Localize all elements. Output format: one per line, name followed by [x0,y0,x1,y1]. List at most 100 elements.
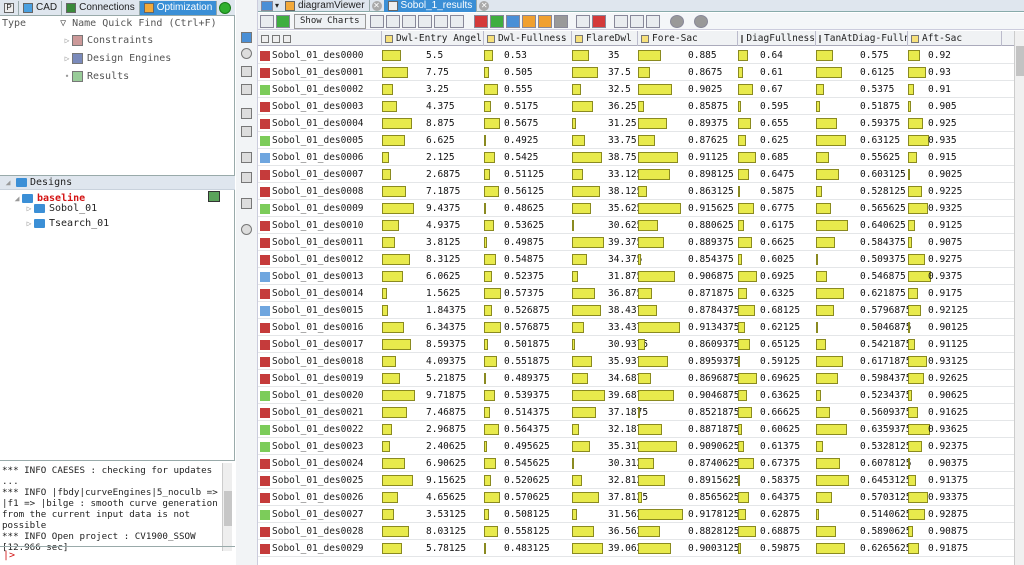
cell-value[interactable]: 0.52375 [504,268,544,285]
cell-value[interactable]: 0.5234375 [860,387,911,404]
design-name-cell[interactable]: Sobol_01_des0005 [258,132,380,149]
cell-value[interactable]: 0.5375 [860,81,894,98]
design-name-cell[interactable]: Sobol_01_des0012 [258,251,380,268]
cell-value[interactable]: 0.575 [860,47,889,64]
cell-value[interactable]: 4.9375 [426,217,460,234]
cell-value[interactable]: 36.25 [608,98,637,115]
tab-sobol-results[interactable]: Sobol_1_results [383,0,478,12]
table-row[interactable]: Sobol_01_des0005 6.625 0.4925 33.75 0.87625 0… [258,132,1014,149]
cell-value[interactable]: 0.8828125 [688,523,739,540]
cell-value[interactable]: 0.61 [760,64,783,81]
close-tab-icon[interactable]: ✕ [479,0,490,11]
cell-value[interactable]: 0.93125 [928,353,968,370]
cell-value[interactable]: 0.48625 [504,200,544,217]
design-name-cell[interactable]: Sobol_01_des0020 [258,387,380,404]
cell-value[interactable]: 7.46875 [426,404,466,421]
table-row[interactable]: Sobol_01_des0015 1.84375 0.526875 38.4375 0.… [258,302,1014,319]
cell-value[interactable]: 0.92625 [928,370,968,387]
table-row[interactable]: Sobol_01_des0004 8.875 0.5675 31.25 0.89375 0… [258,115,1014,132]
cell-value[interactable]: 0.551875 [504,353,550,370]
column-header[interactable]: Aft-Sac [908,31,1002,46]
cell-value[interactable]: 8.59375 [426,336,466,353]
cancel-icon[interactable] [693,14,708,28]
ruler-icon[interactable] [241,84,252,95]
cell-value[interactable]: 0.489375 [504,370,550,387]
table-row[interactable]: Sobol_01_des0013 6.0625 0.52375 31.875 0.906… [258,268,1014,285]
table-row[interactable]: Sobol_01_des0021 7.46875 0.514375 37.1875 0.… [258,404,1014,421]
cell-value[interactable]: 0.925 [928,115,957,132]
column-header[interactable]: TanAtDiag-Fulln [816,31,908,46]
cell-value[interactable]: 0.9025 [688,81,722,98]
cell-value[interactable]: 6.625 [426,132,455,149]
column-chart-icon[interactable] [385,34,393,43]
cell-value[interactable]: 0.526875 [504,302,550,319]
cell-value[interactable]: 0.6925 [760,268,794,285]
visibility-icon[interactable] [208,191,220,202]
design-name-cell[interactable]: Sobol_01_des0021 [258,404,380,421]
cell-value[interactable]: 0.69625 [760,370,800,387]
cell-value[interactable]: 0.51125 [504,166,544,183]
table-row[interactable]: Sobol_01_des0023 2.40625 0.495625 35.3125 0.… [258,438,1014,455]
cell-value[interactable]: 0.514375 [504,404,550,421]
design-name-cell[interactable]: Sobol_01_des0002 [258,81,380,98]
cell-value[interactable]: 0.9225 [928,183,962,200]
table-scrollbar[interactable] [1014,31,1024,565]
table-row[interactable]: Sobol_01_des0012 8.3125 0.54875 34.375 0.854… [258,251,1014,268]
cell-value[interactable]: 0.5421875 [860,336,911,353]
design-name-cell[interactable]: Sobol_01_des0000 [258,47,380,64]
cell-value[interactable]: 0.93 [928,64,951,81]
cell-value[interactable]: 2.125 [426,149,455,166]
cell-value[interactable]: 0.85875 [688,98,728,115]
cell-value[interactable]: 2.6875 [426,166,460,183]
monitor-icon[interactable] [629,14,644,28]
cell-value[interactable]: 0.6175 [760,217,794,234]
cell-value[interactable]: 0.5328125 [860,438,911,455]
cell-value[interactable]: 0.6265625 [860,540,911,557]
table-row[interactable]: Sobol_01_des0006 2.125 0.5425 38.75 0.91125 0… [258,149,1014,166]
cell-value[interactable]: 9.71875 [426,387,466,404]
cell-value[interactable]: 0.4925 [504,132,538,149]
column-header[interactable]: Fore-Sac [638,31,738,46]
column-header[interactable]: Dwl-Fullness [484,31,572,46]
cell-value[interactable]: 0.5609375 [860,404,911,421]
design-name-cell[interactable]: Sobol_01_des0013 [258,268,380,285]
designs-header[interactable]: ◢ Designs [0,175,235,190]
cell-value[interactable]: 0.565625 [860,200,906,217]
cell-value[interactable]: 0.528125 [860,183,906,200]
gray-filter-icon[interactable] [553,14,568,28]
cell-value[interactable]: 0.5425 [504,149,538,166]
table-row[interactable]: Sobol_01_des0002 3.25 0.555 32.5 0.9025 0.67 0… [258,81,1014,98]
cell-value[interactable]: 0.6775 [760,200,794,217]
design-name-cell[interactable]: Sobol_01_des0028 [258,523,380,540]
design-name-cell[interactable]: Sobol_01_des0029 [258,540,380,557]
cell-value[interactable]: 0.854375 [688,251,734,268]
p-tab[interactable]: P [0,0,19,15]
table-row[interactable]: Sobol_01_des0018 4.09375 0.551875 35.9375 0.… [258,353,1014,370]
export-icon[interactable] [241,172,252,183]
table-row[interactable]: Sobol_01_des0001 7.75 0.505 37.5 0.8675 0.61 0… [258,64,1014,81]
cell-value[interactable]: 0.58375 [760,472,800,489]
table-row[interactable]: Sobol_01_des0026 4.65625 0.570625 37.8125 0.… [258,489,1014,506]
design-name-cell[interactable]: Sobol_01_des0010 [258,217,380,234]
cell-value[interactable]: 37.1875 [608,404,648,421]
cell-value[interactable]: 0.584375 [860,234,906,251]
expand-arrow-icon[interactable]: ▷ [62,36,72,45]
cell-value[interactable]: 0.655 [760,115,789,132]
cell-value[interactable]: 0.55625 [860,149,900,166]
cell-value[interactable]: 0.67 [760,81,783,98]
cell-value[interactable]: 0.92125 [928,302,968,319]
cell-value[interactable]: 0.570625 [504,489,550,506]
cell-value[interactable]: 0.5175 [504,98,538,115]
table-row[interactable]: Sobol_01_des0025 9.15625 0.520625 32.8125 0.… [258,472,1014,489]
cell-value[interactable]: 0.87625 [688,132,728,149]
cell-value[interactable]: 0.9134375 [688,319,739,336]
screen-icon[interactable] [613,14,628,28]
cell-value[interactable]: 0.91 [928,81,951,98]
cell-value[interactable]: 0.640625 [860,217,906,234]
cell-value[interactable]: 0.92375 [928,438,968,455]
tree-item-constraints[interactable]: ▷ Constraints [62,31,153,49]
expand-arrow-icon[interactable]: ▷ [62,54,72,63]
cell-value[interactable]: 0.885 [688,47,717,64]
point-icon[interactable] [241,48,252,59]
dots-icon[interactable] [241,198,252,209]
